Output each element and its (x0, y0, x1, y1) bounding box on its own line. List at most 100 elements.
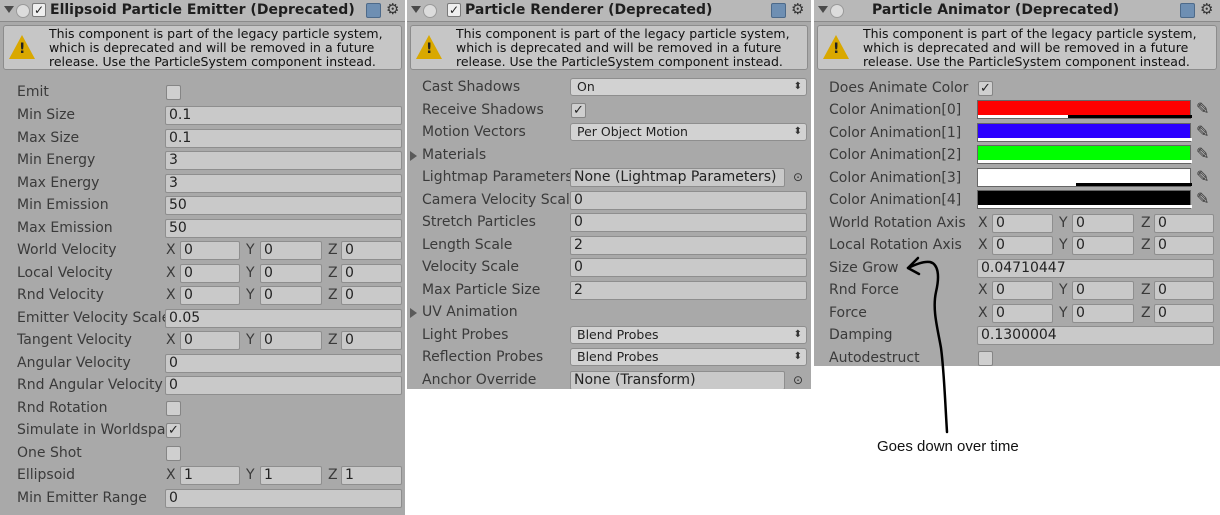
deprecation-warning: ! This component is part of the legacy p… (3, 25, 402, 70)
lightmap-parameters-field[interactable]: None (Lightmap Parameters) (570, 168, 785, 187)
help-book-icon[interactable] (366, 3, 381, 18)
object-picker-icon[interactable]: ⊙ (793, 373, 803, 387)
color-swatch[interactable] (977, 145, 1192, 164)
size-grow-field[interactable]: 0.04710447 (977, 259, 1214, 278)
world-rotation-axis-y[interactable]: 0 (1072, 214, 1134, 233)
motion-vectors-dropdown[interactable]: Per Object Motion ⬍ (570, 123, 807, 141)
rnd-angular-velocity-field[interactable]: 0 (165, 376, 402, 395)
receive-shadows-checkbox[interactable]: ✓ (571, 103, 586, 118)
world-velocity-x[interactable]: 0 (180, 241, 240, 260)
tangent-velocity-z[interactable]: 0 (341, 331, 402, 350)
emitter-velocity-scale-field[interactable]: 0.05 (165, 309, 402, 328)
reflection-probes-dropdown[interactable]: Blend Probes ⬍ (570, 348, 807, 366)
eyedropper-icon[interactable]: ✎ (1196, 122, 1209, 141)
color-swatch[interactable] (977, 123, 1192, 142)
rnd-force-y[interactable]: 0 (1072, 281, 1134, 300)
component-header[interactable]: ✓ Ellipsoid Particle Emitter (Deprecated… (0, 0, 405, 22)
tangent-velocity-y[interactable]: 0 (260, 331, 322, 350)
fold-arrow-icon[interactable] (4, 6, 14, 13)
light-probes-dropdown[interactable]: Blend Probes ⬍ (570, 326, 807, 344)
local-rotation-axis-x[interactable]: 0 (992, 236, 1053, 255)
gear-icon[interactable]: ⚙ (386, 0, 399, 18)
component-header[interactable]: ✓ Particle Renderer (Deprecated) ⚙ (407, 0, 811, 22)
min-size-field[interactable]: 0.1 (165, 106, 402, 125)
world-rotation-axis-z[interactable]: 0 (1154, 214, 1214, 233)
rnd-rotation-checkbox[interactable] (166, 401, 181, 416)
tangent-velocity-x[interactable]: 0 (180, 331, 240, 350)
min-emission-field[interactable]: 50 (165, 196, 402, 215)
velocity-scale-field[interactable]: 0 (570, 258, 807, 277)
eyedropper-icon[interactable]: ✎ (1196, 99, 1209, 118)
max-emission-field[interactable]: 50 (165, 219, 402, 238)
min-emission-label: Min Emission (17, 197, 109, 213)
help-book-icon[interactable] (771, 3, 786, 18)
enabled-checkbox[interactable]: ✓ (447, 3, 461, 17)
max-particle-size-field[interactable]: 2 (570, 281, 807, 300)
fold-arrow-icon[interactable] (818, 6, 828, 13)
foldout-arrow-icon[interactable] (410, 308, 417, 318)
uv-animation-row[interactable]: UV Animation (407, 301, 811, 323)
world-velocity-z[interactable]: 0 (341, 241, 402, 260)
world-rotation-axis-x[interactable]: 0 (992, 214, 1053, 233)
color-swatch[interactable] (977, 168, 1192, 187)
particle-animator-panel: Particle Animator (Deprecated) ⚙ ! This … (814, 0, 1220, 366)
does-animate-color-checkbox[interactable]: ✓ (978, 81, 993, 96)
world-velocity-y[interactable]: 0 (260, 241, 322, 260)
angular-velocity-field[interactable]: 0 (165, 354, 402, 373)
anchor-override-field[interactable]: None (Transform) (570, 371, 785, 389)
z-axis-label: Z (1141, 237, 1151, 253)
eyedropper-icon[interactable]: ✎ (1196, 144, 1209, 163)
x-axis-label: X (166, 242, 176, 258)
help-book-icon[interactable] (1180, 3, 1195, 18)
local-rotation-axis-z[interactable]: 0 (1154, 236, 1214, 255)
min-energy-field[interactable]: 3 (165, 151, 402, 170)
local-velocity-y[interactable]: 0 (260, 264, 322, 283)
force-y[interactable]: 0 (1072, 304, 1134, 323)
max-size-field[interactable]: 0.1 (165, 129, 402, 148)
cast-shadows-label: Cast Shadows (422, 79, 521, 95)
ellipsoid-z[interactable]: 1 (341, 466, 402, 485)
emit-checkbox[interactable] (166, 85, 181, 100)
force-x[interactable]: 0 (992, 304, 1053, 323)
size-grow-row: Size Grow 0.04710447 (814, 257, 1220, 279)
rnd-velocity-z[interactable]: 0 (341, 286, 402, 305)
particle-renderer-panel: ✓ Particle Renderer (Deprecated) ⚙ ! Thi… (407, 0, 811, 389)
color-swatch[interactable] (977, 100, 1192, 119)
emit-row: Emit (0, 81, 405, 103)
foldout-arrow-icon[interactable] (410, 151, 417, 161)
rnd-velocity-y[interactable]: 0 (260, 286, 322, 305)
rnd-velocity-x[interactable]: 0 (180, 286, 240, 305)
motion-vectors-row: Motion Vectors Per Object Motion ⬍ (407, 121, 811, 143)
cast-shadows-dropdown[interactable]: On ⬍ (570, 78, 807, 96)
gear-icon[interactable]: ⚙ (791, 0, 804, 18)
simulate-worldspace-checkbox[interactable]: ✓ (166, 423, 181, 438)
min-size-label: Min Size (17, 107, 76, 123)
color-swatch[interactable] (977, 190, 1192, 209)
local-rotation-axis-y[interactable]: 0 (1072, 236, 1134, 255)
materials-row[interactable]: Materials (407, 144, 811, 166)
eyedropper-icon[interactable]: ✎ (1196, 189, 1209, 208)
force-z[interactable]: 0 (1154, 304, 1214, 323)
length-scale-field[interactable]: 2 (570, 236, 807, 255)
gear-icon[interactable]: ⚙ (1200, 0, 1213, 18)
rnd-force-x[interactable]: 0 (992, 281, 1053, 300)
min-emitter-range-field[interactable]: 0 (165, 489, 402, 508)
object-picker-icon[interactable]: ⊙ (793, 170, 803, 184)
emitter-velocity-scale-row: Emitter Velocity Scale 0.05 (0, 307, 405, 329)
alpha-bar-remainder (1068, 115, 1192, 118)
rnd-force-z[interactable]: 0 (1154, 281, 1214, 300)
local-velocity-x[interactable]: 0 (180, 264, 240, 283)
local-velocity-z[interactable]: 0 (341, 264, 402, 283)
fold-arrow-icon[interactable] (411, 6, 421, 13)
ellipsoid-x[interactable]: 1 (180, 466, 240, 485)
damping-field[interactable]: 0.1300004 (977, 326, 1214, 345)
component-header[interactable]: Particle Animator (Deprecated) ⚙ (814, 0, 1220, 22)
eyedropper-icon[interactable]: ✎ (1196, 167, 1209, 186)
enabled-checkbox[interactable]: ✓ (32, 3, 46, 17)
ellipsoid-y[interactable]: 1 (260, 466, 322, 485)
one-shot-checkbox[interactable] (166, 446, 181, 461)
autodestruct-checkbox[interactable] (978, 351, 993, 366)
camera-velocity-scale-field[interactable]: 0 (570, 191, 807, 210)
stretch-particles-field[interactable]: 0 (570, 213, 807, 232)
max-energy-field[interactable]: 3 (165, 174, 402, 193)
